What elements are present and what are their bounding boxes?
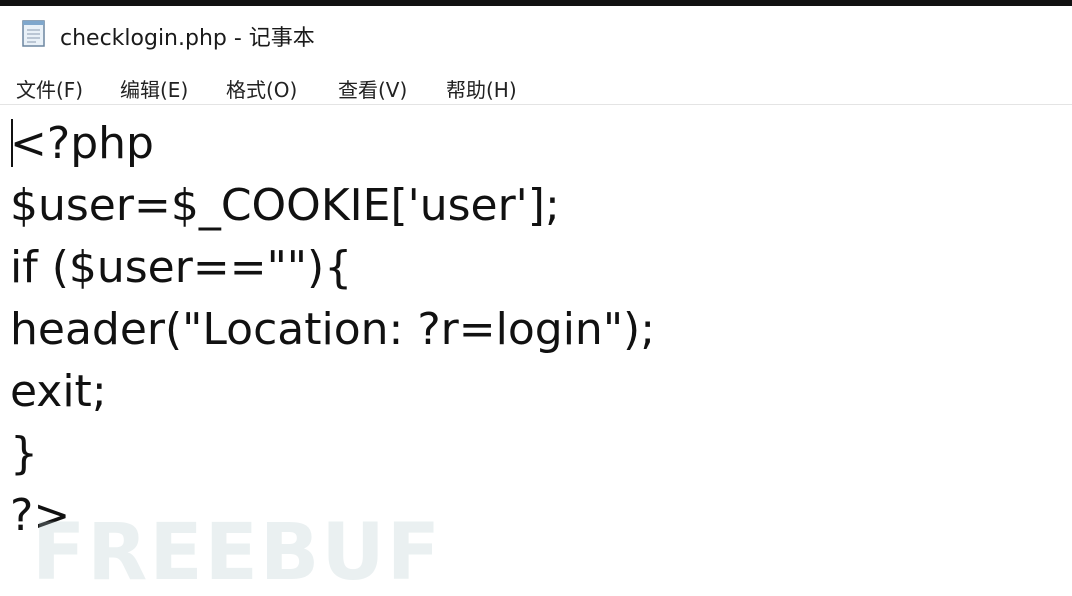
menu-edit[interactable]: 编辑(E) — [120, 70, 188, 107]
menu-format[interactable]: 格式(O) — [226, 70, 297, 107]
code-line: ?> — [10, 490, 71, 541]
window-title: checklogin.php - 记事本 — [60, 26, 315, 51]
code-line: $user=$_COOKIE['user']; — [10, 180, 560, 231]
code-line: <?php — [10, 118, 154, 169]
text-editor[interactable]: <?php $user=$_COOKIE['user']; if ($user=… — [0, 105, 1072, 596]
menu-help[interactable]: 帮助(H) — [446, 70, 517, 107]
code-line: if ($user==""){ — [10, 242, 353, 293]
code-line: header("Location: ?r=login"); — [10, 304, 656, 355]
menu-file[interactable]: 文件(F) — [16, 70, 83, 107]
title-bar[interactable]: checklogin.php - 记事本 — [0, 6, 1072, 60]
code-line: exit; — [10, 366, 107, 417]
menu-bar: 文件(F) 编辑(E) 格式(O) 查看(V) 帮助(H) — [0, 64, 1072, 105]
code-line: } — [10, 428, 38, 479]
notepad-icon — [20, 18, 48, 48]
menu-view[interactable]: 查看(V) — [338, 70, 407, 107]
